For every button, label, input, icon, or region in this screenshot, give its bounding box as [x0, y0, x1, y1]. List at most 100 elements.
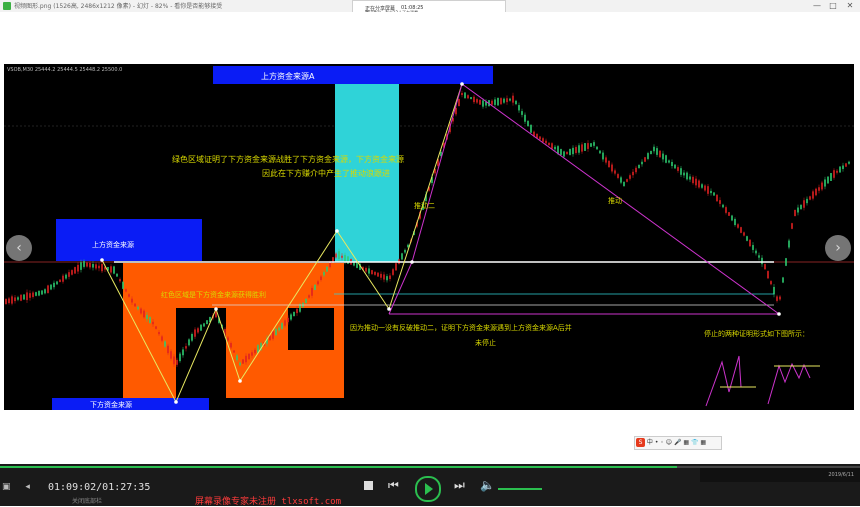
candle-body — [695, 178, 697, 186]
candle-body — [686, 172, 688, 180]
ime-item-skin-icon[interactable]: 👕 — [691, 439, 698, 446]
volume-button[interactable]: 🔈 — [480, 478, 495, 492]
play-button[interactable] — [415, 476, 441, 502]
candle-body — [44, 289, 46, 294]
minimize-button[interactable]: — — [810, 0, 824, 12]
candle-body — [737, 224, 739, 228]
candle-body — [194, 329, 196, 337]
ime-item-tools-icon[interactable]: ▦ — [700, 439, 706, 446]
video-player-bar: 2019/6/11 ▣ ◂ 关闭底部栏 01:09:02/01:27:35 屏幕… — [0, 464, 860, 507]
candle-body — [671, 161, 673, 167]
stop-sketch-1 — [705, 355, 756, 407]
candle-body — [404, 249, 406, 253]
candle-body — [821, 182, 823, 190]
candle-body — [98, 265, 100, 269]
upper-source-a-label: 上方资金来源A — [261, 71, 315, 81]
candle-body — [563, 151, 565, 157]
candle-body — [698, 180, 700, 188]
ime-item-halfwidth-icon[interactable]: ◦ — [660, 439, 664, 446]
candle-body — [17, 297, 19, 300]
ime-mode[interactable]: 中 — [647, 439, 653, 446]
candle-body — [752, 245, 754, 250]
ime-item-voice-icon[interactable]: 🎤 — [674, 439, 681, 446]
candle-body — [365, 268, 367, 272]
candle-body — [308, 295, 310, 298]
candle-body — [479, 99, 481, 105]
candle-body — [317, 281, 319, 285]
ime-item-punct-icon[interactable]: • — [655, 439, 659, 446]
candle-body — [278, 327, 280, 331]
lower-source-label: 下方资金来源 — [90, 400, 132, 409]
candle-body — [116, 273, 118, 277]
candle-body — [647, 153, 649, 159]
candle-body — [170, 351, 172, 359]
candle-body — [713, 192, 715, 196]
candle-body — [464, 92, 466, 99]
candle-body — [458, 99, 460, 107]
candle-body — [248, 353, 250, 360]
chevron-right-icon: › — [835, 240, 841, 256]
prev-image-button[interactable]: ‹ — [6, 235, 32, 261]
next-image-button[interactable]: › — [825, 235, 851, 261]
ime-toolbar[interactable]: S 中 • ◦ ☺ 🎤 ▦ 👕 ▦ — [634, 436, 722, 450]
candle-body — [653, 146, 655, 152]
candle-body — [347, 256, 349, 264]
candle-body — [806, 198, 808, 204]
candle-body — [245, 355, 247, 363]
candle-body — [305, 298, 307, 304]
volume-small-icon[interactable]: ◂ — [25, 482, 30, 492]
candle-body — [233, 350, 235, 353]
candle-body — [590, 143, 592, 147]
candle-body — [14, 297, 16, 302]
candle-body — [395, 263, 397, 271]
candle-body — [650, 150, 652, 155]
screen-icon[interactable]: ▣ — [2, 482, 11, 492]
image-viewer: VSOB,M30 25444.2 25444.5 25448.2 25500.0… — [0, 12, 860, 464]
candle-body — [383, 274, 385, 280]
candle-body — [182, 349, 184, 356]
candle-body — [329, 262, 331, 268]
maximize-button[interactable]: □ — [826, 0, 840, 12]
candle-body — [146, 314, 148, 320]
candle-body — [242, 359, 244, 364]
next-button[interactable]: ⏭ — [454, 478, 465, 493]
candle-body — [230, 343, 232, 348]
candle-body — [470, 97, 472, 100]
candle-body — [500, 98, 502, 105]
candle-body — [197, 328, 199, 333]
candle-body — [842, 165, 844, 169]
candle-body — [770, 281, 772, 285]
candle-body — [35, 292, 37, 296]
symbol-readout: VSOB,M30 25444.2 25444.5 25448.2 25500.0 — [7, 67, 122, 73]
candle-body — [32, 292, 34, 298]
candle-body — [710, 190, 712, 194]
volume-slider[interactable] — [498, 488, 542, 490]
candle-body — [584, 143, 586, 151]
upper-source-a-zone — [213, 66, 493, 84]
candle-body — [323, 272, 325, 276]
candle-body — [119, 279, 121, 282]
candle-body — [746, 236, 748, 241]
candle-body — [311, 287, 313, 296]
ime-item-emoji-icon[interactable]: ☺ — [666, 439, 672, 446]
previous-button[interactable]: ⏮ — [388, 478, 399, 493]
stop-button[interactable] — [362, 480, 374, 492]
candle-body — [656, 148, 658, 155]
ime-item-keyboard-icon[interactable]: ▦ — [683, 439, 689, 446]
candle-body — [593, 142, 595, 146]
candle-body — [356, 262, 358, 268]
tray-clock-date: 2019/6/11 — [828, 472, 854, 478]
candle-body — [764, 264, 766, 270]
candle-body — [668, 160, 670, 163]
watermark-text: 屏幕录像专家未注册 tlxsoft.com — [195, 497, 342, 507]
chevron-left-icon: ‹ — [16, 240, 22, 256]
push-two-label: 推动二 — [414, 201, 435, 210]
close-button[interactable]: ✕ — [843, 0, 857, 12]
candle-body — [491, 100, 493, 105]
candle-body — [236, 355, 238, 361]
candle-body — [188, 339, 190, 346]
candle-body — [74, 267, 76, 274]
candle-body — [761, 257, 763, 265]
upper-source-label: 上方资金来源 — [92, 240, 134, 249]
candle-body — [131, 298, 133, 303]
